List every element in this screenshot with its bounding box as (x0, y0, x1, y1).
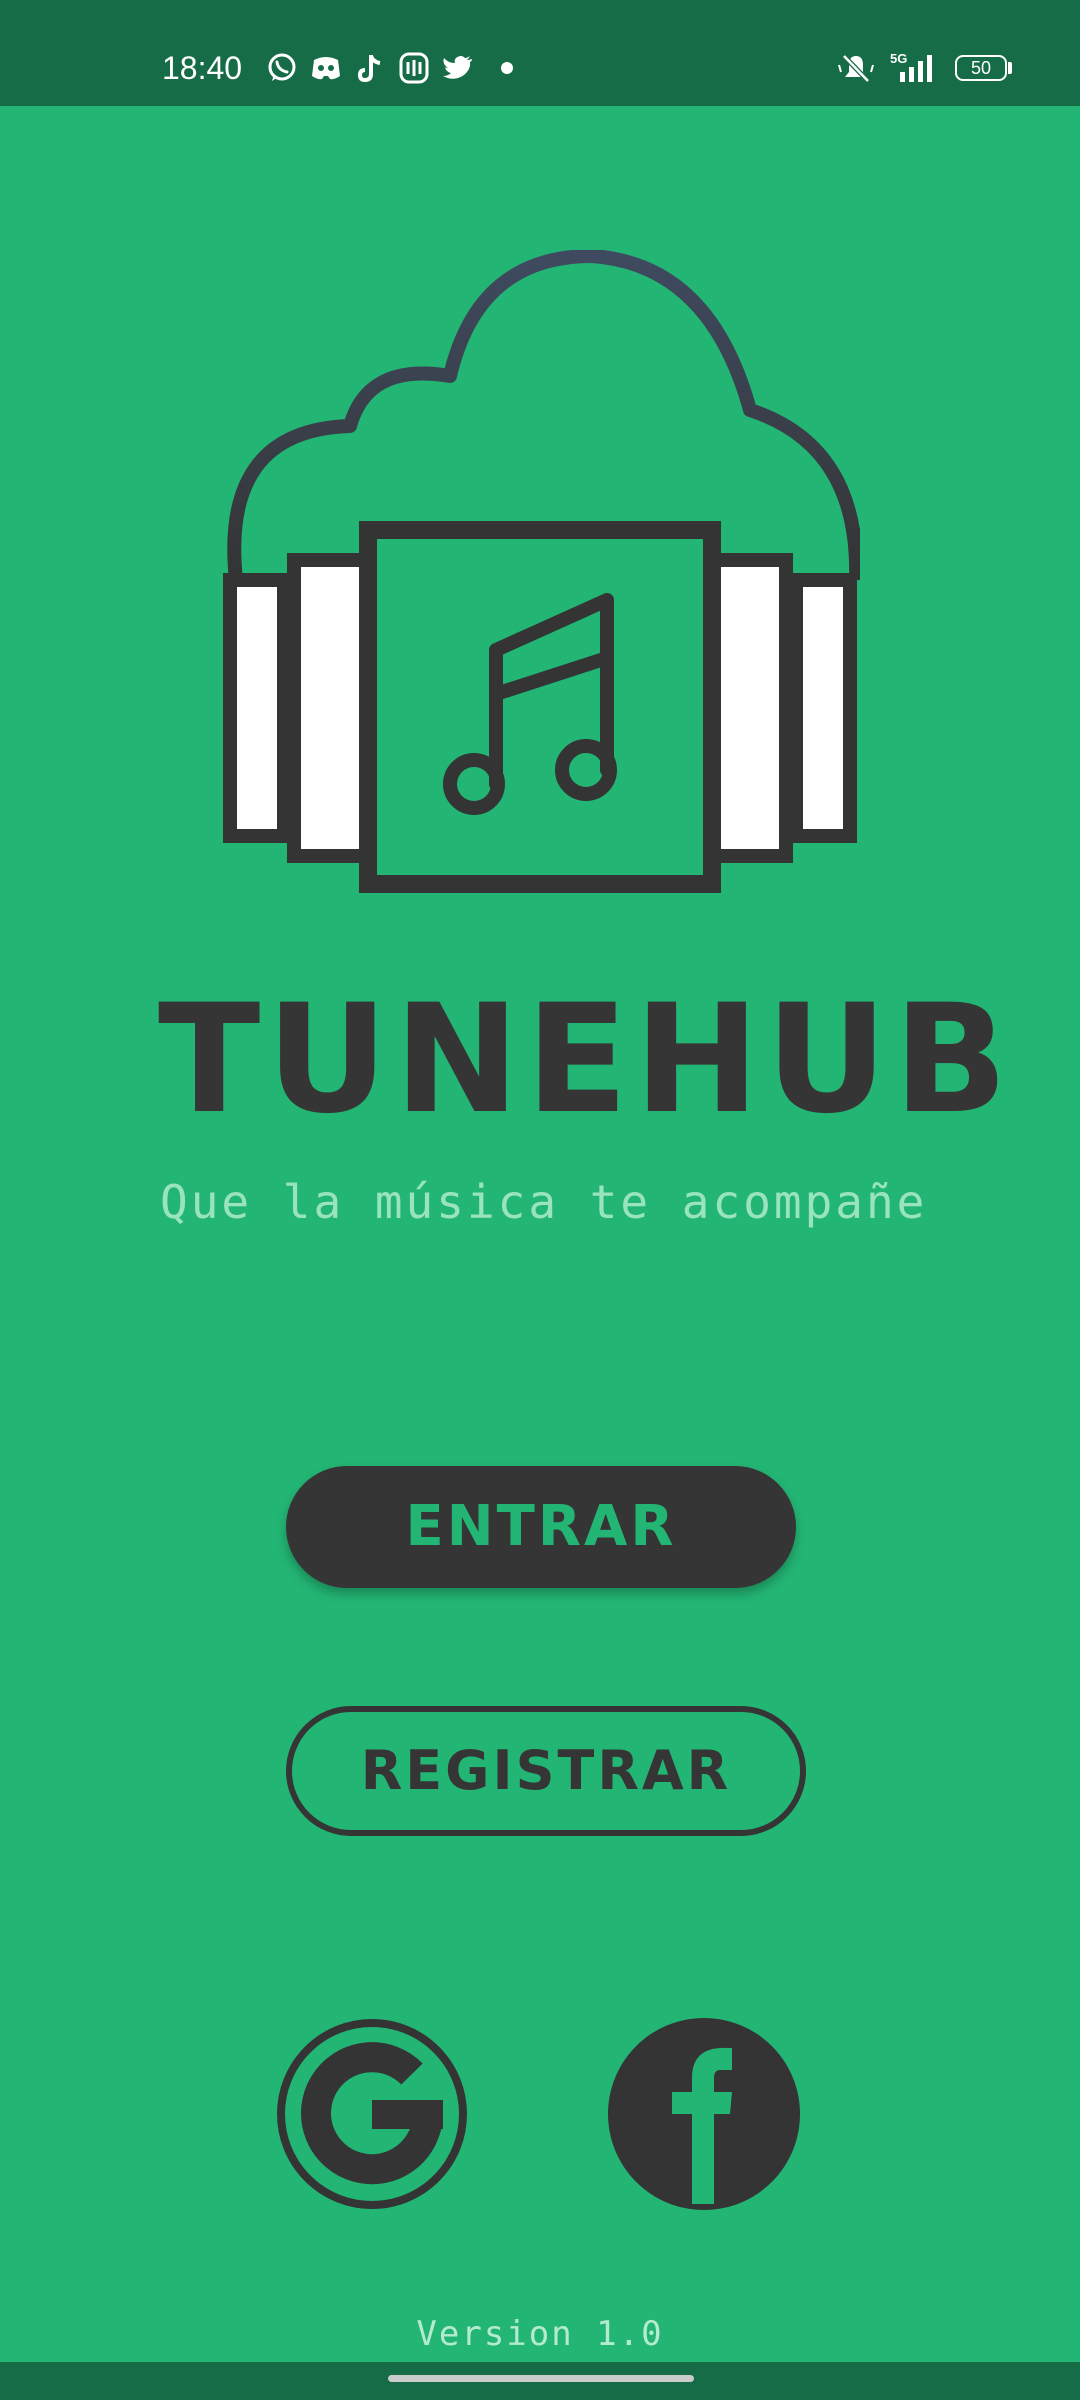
enter-button[interactable]: ENTRAR (286, 1466, 796, 1588)
discord-icon (312, 57, 340, 80)
home-indicator[interactable] (388, 2375, 694, 2382)
app-tagline: Que la música te acompañe (160, 1175, 928, 1229)
google-icon[interactable] (276, 2018, 468, 2210)
whatsapp-icon (268, 53, 296, 81)
status-bar: 18:40 5G 50 (0, 0, 1080, 106)
status-time: 18:40 (162, 50, 243, 86)
screen: 18:40 5G 50 TUNEHUB Que la música te aco… (0, 0, 1080, 2400)
mute-icon (838, 54, 874, 83)
app-icon (399, 52, 429, 84)
tiktok-icon (357, 55, 381, 83)
battery-tip (1008, 62, 1012, 74)
notification-dot (501, 62, 513, 74)
app-title: TUNEHUB (158, 973, 1014, 1147)
version-label: Version 1.0 (416, 2314, 664, 2354)
register-button[interactable]: REGISTRAR (286, 1706, 806, 1836)
5g-signal-icon: 5G (890, 51, 932, 82)
cloud-headphones-music-note-icon (223, 250, 860, 893)
battery-level: 50 (970, 58, 992, 78)
battery-icon: 50 (955, 55, 1007, 81)
svg-text:5G: 5G (890, 51, 907, 66)
twitter-icon (443, 56, 472, 79)
facebook-icon[interactable] (608, 2018, 800, 2210)
